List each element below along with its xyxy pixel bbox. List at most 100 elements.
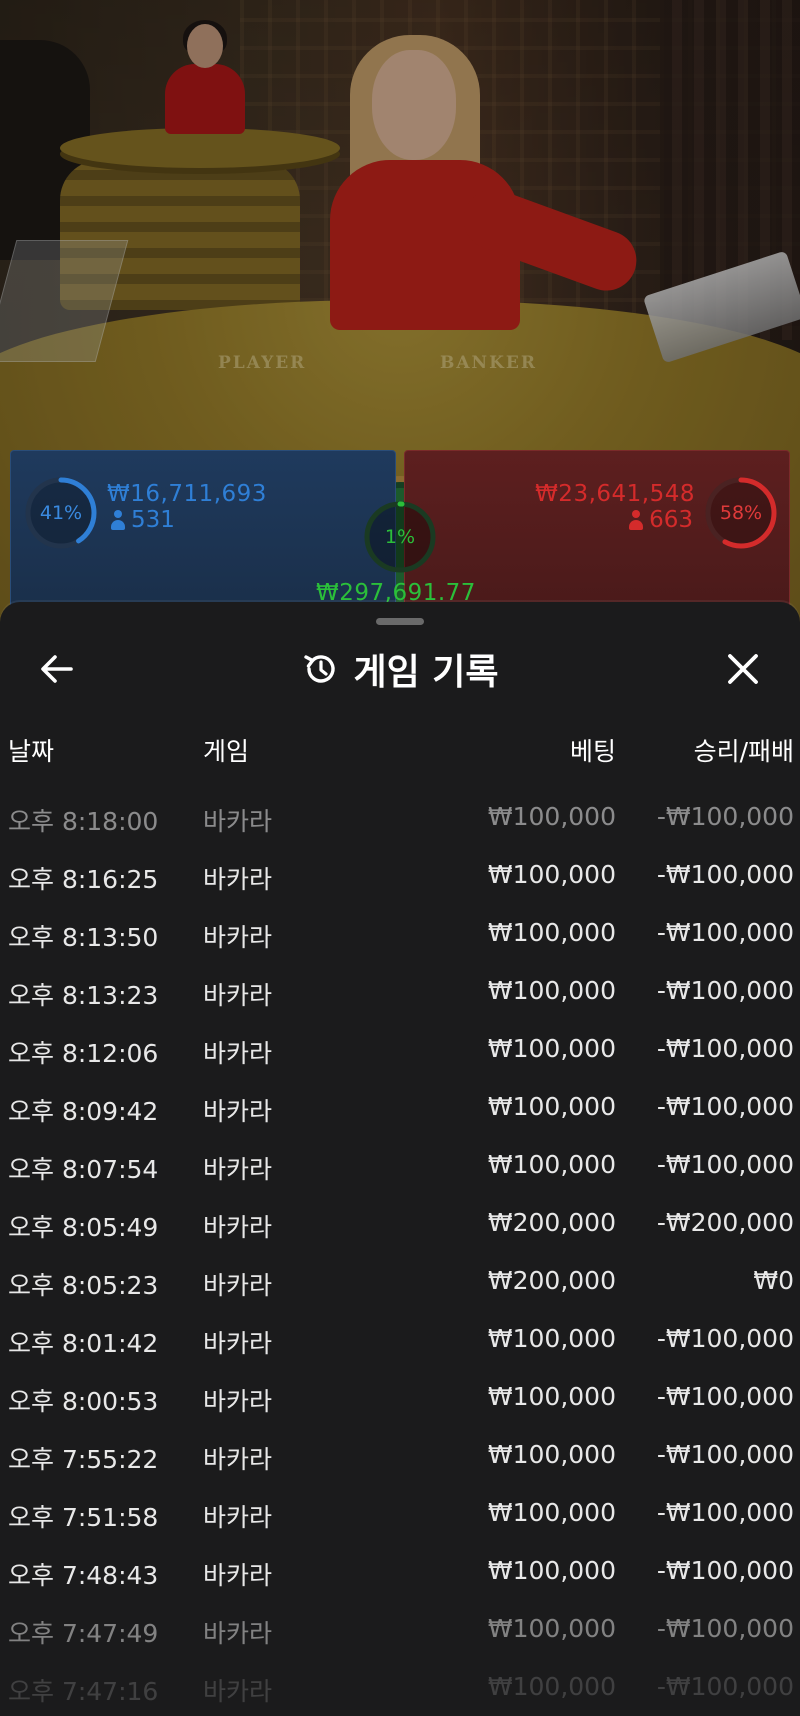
history-row[interactable]: 오후 8:18:00 바카라 ₩100,000 -₩100,000: [0, 788, 800, 846]
player-bet-amount: ₩16,711,693: [107, 481, 267, 507]
person-icon: [111, 510, 125, 530]
row-bet: ₩100,000: [487, 860, 616, 889]
row-time: 오후 8:16:25: [8, 865, 159, 894]
history-icon: [304, 655, 336, 683]
row-win-loss: -₩100,000: [656, 1614, 794, 1643]
column-header-game: 게임: [203, 737, 250, 766]
history-row[interactable]: 오후 8:16:25 바카라 ₩100,000 -₩100,000: [0, 846, 800, 904]
row-time: 오후 8:12:06: [8, 1039, 159, 1068]
tie-percent-ring: 1%: [362, 499, 438, 575]
row-win-loss: -₩100,000: [656, 1556, 794, 1585]
row-win-loss: -₩200,000: [656, 1208, 794, 1237]
row-game: 바카라: [203, 1445, 273, 1474]
history-row[interactable]: 오후 8:07:54 바카라 ₩100,000 -₩100,000: [0, 1136, 800, 1194]
row-bet: ₩100,000: [487, 918, 616, 947]
row-bet: ₩200,000: [487, 1266, 616, 1295]
row-bet: ₩100,000: [487, 1614, 616, 1643]
row-win-loss: -₩100,000: [656, 1092, 794, 1121]
history-row[interactable]: 오후 8:12:06 바카라 ₩100,000 -₩100,000: [0, 1020, 800, 1078]
person-icon: [629, 510, 644, 530]
sheet-header: 게임 기록: [0, 642, 800, 696]
row-game: 바카라: [203, 1387, 273, 1416]
column-header-bet: 베팅: [569, 737, 616, 766]
player-count-value: 531: [131, 507, 175, 533]
banker-count-value: 663: [649, 507, 693, 533]
row-win-loss: -₩100,000: [656, 1324, 794, 1353]
row-win-loss: -₩100,000: [656, 1672, 794, 1701]
row-win-loss: -₩100,000: [656, 860, 794, 889]
row-bet: ₩100,000: [487, 1150, 616, 1179]
row-game: 바카라: [203, 923, 273, 952]
sheet-drag-handle[interactable]: [376, 618, 424, 625]
row-game: 바카라: [203, 1271, 273, 1300]
history-row[interactable]: 오후 8:13:50 바카라 ₩100,000 -₩100,000: [0, 904, 800, 962]
row-time: 오후 7:51:58: [8, 1503, 159, 1532]
row-bet: ₩100,000: [487, 1324, 616, 1353]
row-time: 오후 8:09:42: [8, 1097, 159, 1126]
row-win-loss: -₩100,000: [656, 1150, 794, 1179]
sheet-title-text: 게임 기록: [353, 652, 499, 693]
row-game: 바카라: [203, 1213, 273, 1242]
sheet-title: 게임 기록: [0, 642, 800, 696]
app-screen: PLAYER BANKER 41% ₩16,711,693 531 ₩23,64…: [0, 0, 800, 1716]
row-game: 바카라: [203, 1619, 273, 1648]
history-row[interactable]: 오후 7:55:22 바카라 ₩100,000 -₩100,000: [0, 1426, 800, 1484]
row-game: 바카라: [203, 865, 273, 894]
row-win-loss: -₩100,000: [656, 1034, 794, 1063]
row-time: 오후 7:47:49: [8, 1619, 159, 1648]
row-time: 오후 8:18:00: [8, 807, 159, 836]
row-bet: ₩100,000: [487, 976, 616, 1005]
row-time: 오후 8:05:49: [8, 1213, 159, 1242]
close-button[interactable]: [716, 642, 770, 696]
row-bet: ₩100,000: [487, 1092, 616, 1121]
row-bet: ₩100,000: [487, 802, 616, 831]
row-bet: ₩100,000: [487, 1498, 616, 1527]
row-time: 오후 8:00:53: [8, 1387, 159, 1416]
banker-percent-label: 58%: [719, 502, 763, 524]
history-row[interactable]: 오후 8:00:53 바카라 ₩100,000 -₩100,000: [0, 1368, 800, 1426]
player-percent-label: 41%: [39, 502, 83, 524]
row-time: 오후 8:13:50: [8, 923, 159, 952]
arrow-left-icon: [41, 655, 73, 683]
row-game: 바카라: [203, 981, 273, 1010]
row-time: 오후 8:13:23: [8, 981, 159, 1010]
history-row[interactable]: 오후 7:47:49 바카라 ₩100,000 -₩100,000: [0, 1600, 800, 1658]
row-bet: ₩100,000: [487, 1556, 616, 1585]
row-win-loss: -₩100,000: [656, 976, 794, 1005]
player-percent-ring: 41%: [23, 475, 99, 551]
row-win-loss: -₩100,000: [656, 1440, 794, 1469]
row-win-loss: -₩100,000: [656, 1382, 794, 1411]
column-header-win-loss: 승리/패배: [693, 737, 794, 766]
row-time: 오후 7:48:43: [8, 1561, 159, 1590]
row-time: 오후 8:07:54: [8, 1155, 159, 1184]
row-win-loss: -₩100,000: [656, 918, 794, 947]
banker-percent-ring: 58%: [703, 475, 779, 551]
row-game: 바카라: [203, 1155, 273, 1184]
history-table-header: 날짜 게임 베팅 승리/패배: [0, 732, 800, 772]
row-bet: ₩100,000: [487, 1440, 616, 1469]
banker-count: 663: [629, 507, 693, 533]
history-row[interactable]: 오후 7:48:43 바카라 ₩100,000 -₩100,000: [0, 1542, 800, 1600]
banker-bet-amount: ₩23,641,548: [535, 481, 695, 507]
player-count: 531: [111, 507, 175, 533]
history-row[interactable]: 오후 8:05:23 바카라 ₩200,000 ₩0: [0, 1252, 800, 1310]
history-row[interactable]: 오후 8:13:23 바카라 ₩100,000 -₩100,000: [0, 962, 800, 1020]
row-game: 바카라: [203, 1039, 273, 1068]
history-row[interactable]: 오후 7:51:58 바카라 ₩100,000 -₩100,000: [0, 1484, 800, 1542]
history-row[interactable]: 오후 7:47:16 바카라 ₩100,000 -₩100,000: [0, 1658, 800, 1716]
row-game: 바카라: [203, 1329, 273, 1358]
row-time: 오후 8:05:23: [8, 1271, 159, 1300]
back-button[interactable]: [30, 642, 84, 696]
row-game: 바카라: [203, 807, 273, 836]
history-row[interactable]: 오후 8:01:42 바카라 ₩100,000 -₩100,000: [0, 1310, 800, 1368]
row-bet: ₩100,000: [487, 1382, 616, 1411]
close-icon: [728, 654, 758, 684]
history-row[interactable]: 오후 8:05:49 바카라 ₩200,000 -₩200,000: [0, 1194, 800, 1252]
tie-percent-label: 1%: [384, 526, 416, 548]
row-win-loss: ₩0: [753, 1266, 794, 1295]
history-table-body: 오후 8:18:00 바카라 ₩100,000 -₩100,000 오후 8:16:25…: [0, 788, 800, 1716]
row-game: 바카라: [203, 1097, 273, 1126]
row-game: 바카라: [203, 1561, 273, 1590]
column-header-date: 날짜: [8, 737, 55, 766]
history-row[interactable]: 오후 8:09:42 바카라 ₩100,000 -₩100,000: [0, 1078, 800, 1136]
